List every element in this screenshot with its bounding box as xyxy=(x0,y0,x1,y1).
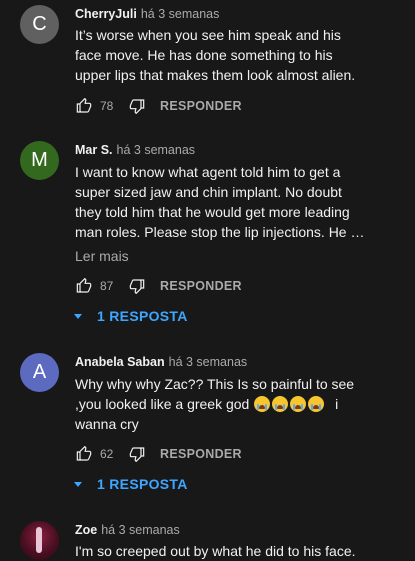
comment-actions: 87 RESPONDER xyxy=(75,276,242,296)
comment-line: ,you looked like a greek god i xyxy=(75,394,375,414)
thumbs-down-icon[interactable] xyxy=(128,445,146,463)
comment-time[interactable]: há 3 semanas xyxy=(141,7,220,21)
comment-text: It’s worse when you see him speak and hi… xyxy=(75,25,375,85)
reply-button[interactable]: RESPONDER xyxy=(160,447,242,461)
comment-line: upper lips that makes them look almost a… xyxy=(75,67,356,83)
loudly-crying-face-icon xyxy=(254,396,271,412)
avatar-image xyxy=(36,527,42,553)
like-count: 78 xyxy=(100,99,114,113)
caret-down-icon xyxy=(74,313,82,319)
caret-down-icon xyxy=(74,481,82,487)
thumbs-up-icon[interactable] xyxy=(75,97,93,115)
author-name[interactable]: Mar S. xyxy=(75,143,113,157)
author-name[interactable]: Anabela Saban xyxy=(75,355,165,369)
comment-actions: 78 RESPONDER xyxy=(75,96,242,116)
avatar-letter: A xyxy=(32,361,47,383)
comment-line: they told him that he would get more lea… xyxy=(75,204,350,220)
replies-label: 1 RESPOSTA xyxy=(97,308,188,324)
comment-time[interactable]: há 3 semanas xyxy=(169,355,248,369)
like-count: 62 xyxy=(100,447,114,461)
view-replies-button[interactable]: 1 RESPOSTA xyxy=(74,306,188,326)
comment-time[interactable]: há 3 semanas xyxy=(117,143,196,157)
like-count: 87 xyxy=(100,279,114,293)
loudly-crying-face-icon xyxy=(290,396,307,412)
comment-line: Why why why Zac?? This Is so painful to … xyxy=(75,376,355,392)
comment-thread: M Mar S. há 3 semanas I want to know what… xyxy=(0,136,415,336)
view-replies-button[interactable]: 1 RESPOSTA xyxy=(74,474,188,494)
comment-actions: 62 RESPONDER xyxy=(75,444,242,464)
avatar-letter: M xyxy=(31,149,48,171)
thumbs-down-icon[interactable] xyxy=(128,97,146,115)
comment-line: face move. He has done something to his xyxy=(75,47,333,63)
comment-text: I'm so creeped out by what he did to his… xyxy=(75,541,375,561)
author-name[interactable]: Zoe xyxy=(75,523,97,537)
reply-button[interactable]: RESPONDER xyxy=(160,99,242,113)
comment-line-text: ,you looked like a greek god xyxy=(75,396,250,412)
thumbs-up-icon[interactable] xyxy=(75,277,93,295)
comment-line-tail: i xyxy=(335,396,339,412)
comment-line: man roles. Please stop the lip injection… xyxy=(75,224,365,240)
thumbs-up-icon[interactable] xyxy=(75,445,93,463)
reply-button[interactable]: RESPONDER xyxy=(160,279,242,293)
comment-thread: Zoe há 3 semanas I'm so creeped out by wh… xyxy=(0,516,415,560)
avatar-letter: C xyxy=(32,13,47,35)
read-more-link[interactable]: Ler mais xyxy=(75,246,129,266)
comment-line: super sized jaw and chin implant. No dou… xyxy=(75,184,342,200)
comment-header: Mar S. há 3 semanas xyxy=(75,142,195,158)
comment-line: I'm so creeped out by what he did to his… xyxy=(75,543,356,559)
comment-thread: A Anabela Saban há 3 semanas Why why why … xyxy=(0,348,415,508)
thumbs-down-icon[interactable] xyxy=(128,277,146,295)
comment-text: I want to know what agent told him to ge… xyxy=(75,162,375,242)
comment-line: It’s worse when you see him speak and hi… xyxy=(75,27,341,43)
avatar[interactable]: A xyxy=(20,353,59,392)
comment-text: Why why why Zac?? This Is so painful to … xyxy=(75,374,375,434)
avatar[interactable]: C xyxy=(20,5,59,44)
comment-thread: C CherryJuli há 3 semanas It’s worse when… xyxy=(0,0,415,130)
comment-header: CherryJuli há 3 semanas xyxy=(75,6,219,22)
author-name[interactable]: CherryJuli xyxy=(75,7,137,21)
comment-time[interactable]: há 3 semanas xyxy=(101,523,180,537)
comment-line: wanna cry xyxy=(75,416,139,432)
avatar[interactable]: M xyxy=(20,141,59,180)
avatar[interactable] xyxy=(20,521,59,560)
comment-line: I want to know what agent told him to ge… xyxy=(75,164,341,180)
loudly-crying-face-icon xyxy=(308,396,325,412)
comment-header: Zoe há 3 semanas xyxy=(75,522,180,538)
loudly-crying-face-icon xyxy=(272,396,289,412)
replies-label: 1 RESPOSTA xyxy=(97,476,188,492)
comment-header: Anabela Saban há 3 semanas xyxy=(75,354,247,370)
